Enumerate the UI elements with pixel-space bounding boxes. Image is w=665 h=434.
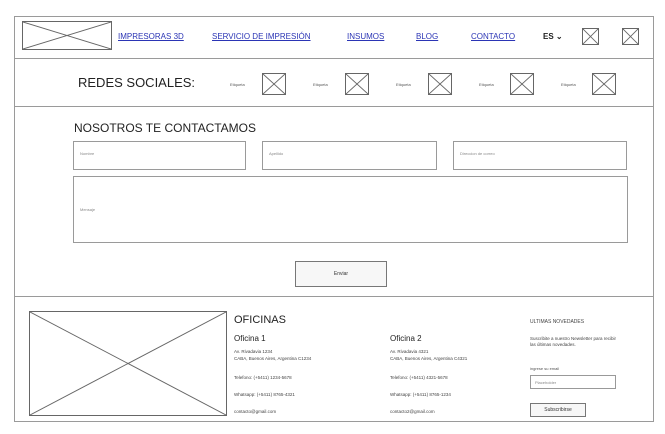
social-icon-placeholder[interactable]	[345, 73, 369, 95]
nav-link-insumos[interactable]: INSUMOS	[347, 32, 384, 41]
nav-link-servicio[interactable]: SERVICIO DE IMPRESIÓN	[212, 32, 311, 41]
social-label: Etiqueta	[230, 82, 245, 87]
offices-title: OFICINAS	[234, 314, 286, 326]
surname-field[interactable]: Apellido	[262, 141, 437, 170]
header-icon-placeholder-2[interactable]	[622, 28, 639, 45]
social-label: Etiqueta	[396, 82, 411, 87]
office-1-name: Oficina 1	[234, 334, 266, 343]
office-1-phone: Telefono: (+5411) 1234-5678	[234, 375, 292, 380]
social-icon-placeholder[interactable]	[428, 73, 452, 95]
office-2-address-line-2: CABA, Buenos Aires, Argentina C4321	[390, 356, 468, 361]
social-icon-placeholder[interactable]	[262, 73, 286, 95]
office-1-address-line-2: CABA, Buenos Aires, Argentina C1234	[234, 356, 312, 361]
divider-social	[14, 106, 654, 107]
newsletter-text: Suscribite a nuestro Newsletter para rec…	[530, 336, 617, 347]
office-2-phone: Telefono: (+5411) 4321-5678	[390, 375, 448, 380]
newsletter-email-label: ingrese su email	[530, 366, 560, 371]
message-placeholder: Mensaje	[80, 207, 96, 212]
email-placeholder: Direccion de correo	[460, 151, 495, 156]
nav-link-blog[interactable]: BLOG	[416, 32, 438, 41]
header-icon-placeholder-1[interactable]	[582, 28, 599, 45]
social-label: Etiqueta	[561, 82, 576, 87]
office-1-address-line-1: Av. Rivadavia 1234	[234, 349, 273, 354]
footer-image-placeholder	[29, 311, 227, 416]
email-field[interactable]: Direccion de correo	[453, 141, 627, 170]
nav-link-contacto[interactable]: CONTACTO	[471, 32, 515, 41]
name-field[interactable]: Nombre	[73, 141, 246, 170]
divider-footer	[14, 296, 654, 297]
contact-title: NOSOTROS TE CONTACTAMOS	[74, 121, 257, 135]
name-placeholder: Nombre	[80, 151, 95, 156]
nav-link-impresoras[interactable]: IMPRESORAS 3D	[118, 32, 184, 41]
office-2-email[interactable]: contacto2@gmail.com	[390, 409, 435, 415]
office-2-name: Oficina 2	[390, 334, 422, 343]
language-selector[interactable]: ES ⌄	[543, 32, 563, 41]
social-title: REDES SOCIALES:	[78, 75, 196, 90]
office-1-whatsapp: Whatsapp: (+5411) 8765-4321	[234, 392, 295, 397]
office-2-address-line-1: Av. Rivadavia 4321	[390, 349, 429, 354]
newsletter-title: ULTIMAS NOVEDADES	[530, 319, 585, 325]
submit-button[interactable]: Enviar	[295, 261, 387, 287]
social-label: Etiqueta	[479, 82, 494, 87]
office-1-email[interactable]: contacto@gmail.com	[234, 409, 276, 415]
subscribe-button[interactable]: Subscribirse	[530, 403, 586, 417]
message-field[interactable]: Mensaje	[73, 176, 628, 243]
social-label: Etiqueta	[313, 82, 328, 87]
newsletter-email-placeholder: Placeholder	[535, 380, 557, 385]
social-icon-placeholder[interactable]	[592, 73, 616, 95]
logo-placeholder[interactable]	[22, 21, 112, 50]
divider-header	[14, 58, 654, 59]
newsletter-email-input[interactable]: Placeholder	[530, 375, 616, 389]
office-2-whatsapp: Whatsapp: (+5411) 8765-1234	[390, 392, 451, 397]
surname-placeholder: Apellido	[269, 151, 284, 156]
social-icon-placeholder[interactable]	[510, 73, 534, 95]
